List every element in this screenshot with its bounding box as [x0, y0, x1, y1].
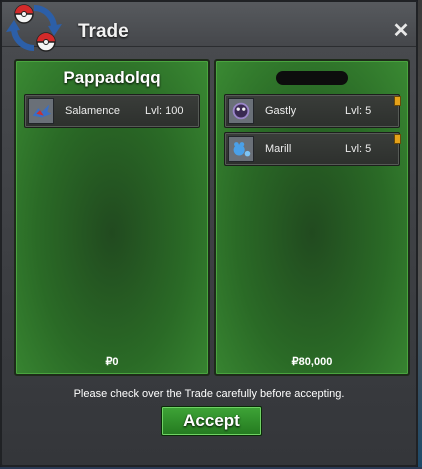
close-icon: ✕ [392, 20, 410, 42]
right-pokemon-row-gastly[interactable]: Gastly Lvl: 5 [224, 94, 401, 128]
left-money: ₽0 [105, 356, 119, 368]
left-pokemon-row-salamence[interactable]: Salamence Lvl: 100 [24, 94, 200, 128]
item-flag-icon [394, 134, 401, 144]
censored-trader-name [276, 71, 348, 85]
right-trade-panel: Gastly Lvl: 5 Marill Lvl: 5 ₽80,000 [214, 59, 410, 376]
pokemon-name: Marill [265, 143, 292, 155]
title-bar[interactable]: Trade ✕ [2, 2, 416, 52]
gastly-icon [228, 98, 254, 124]
background-edge [418, 0, 422, 469]
marill-icon [228, 136, 254, 162]
accept-button[interactable]: Accept [161, 406, 262, 436]
right-money: ₽80,000 [291, 356, 333, 368]
item-flag-icon [394, 96, 401, 106]
trade-swap-pokeball-icon [6, 4, 62, 52]
pokemon-level: Lvl: 100 [145, 105, 184, 117]
right-pokemon-row-marill[interactable]: Marill Lvl: 5 [224, 132, 401, 166]
trade-window: Trade ✕ Pappadolqq Salamence Lvl: 100 ₽0 [0, 0, 418, 467]
left-trade-panel: Pappadolqq Salamence Lvl: 100 ₽0 [14, 59, 210, 376]
pokemon-name: Gastly [265, 105, 297, 117]
pokemon-name: Salamence [65, 105, 121, 117]
trade-notice: Please check over the Trade carefully be… [73, 388, 345, 400]
left-trader-name: Pappadolqq [63, 68, 161, 87]
close-button[interactable]: ✕ [392, 20, 410, 42]
window-title: Trade [78, 21, 129, 42]
pokemon-level: Lvl: 5 [345, 105, 372, 117]
salamence-icon [28, 98, 54, 124]
pokemon-level: Lvl: 5 [345, 143, 372, 155]
